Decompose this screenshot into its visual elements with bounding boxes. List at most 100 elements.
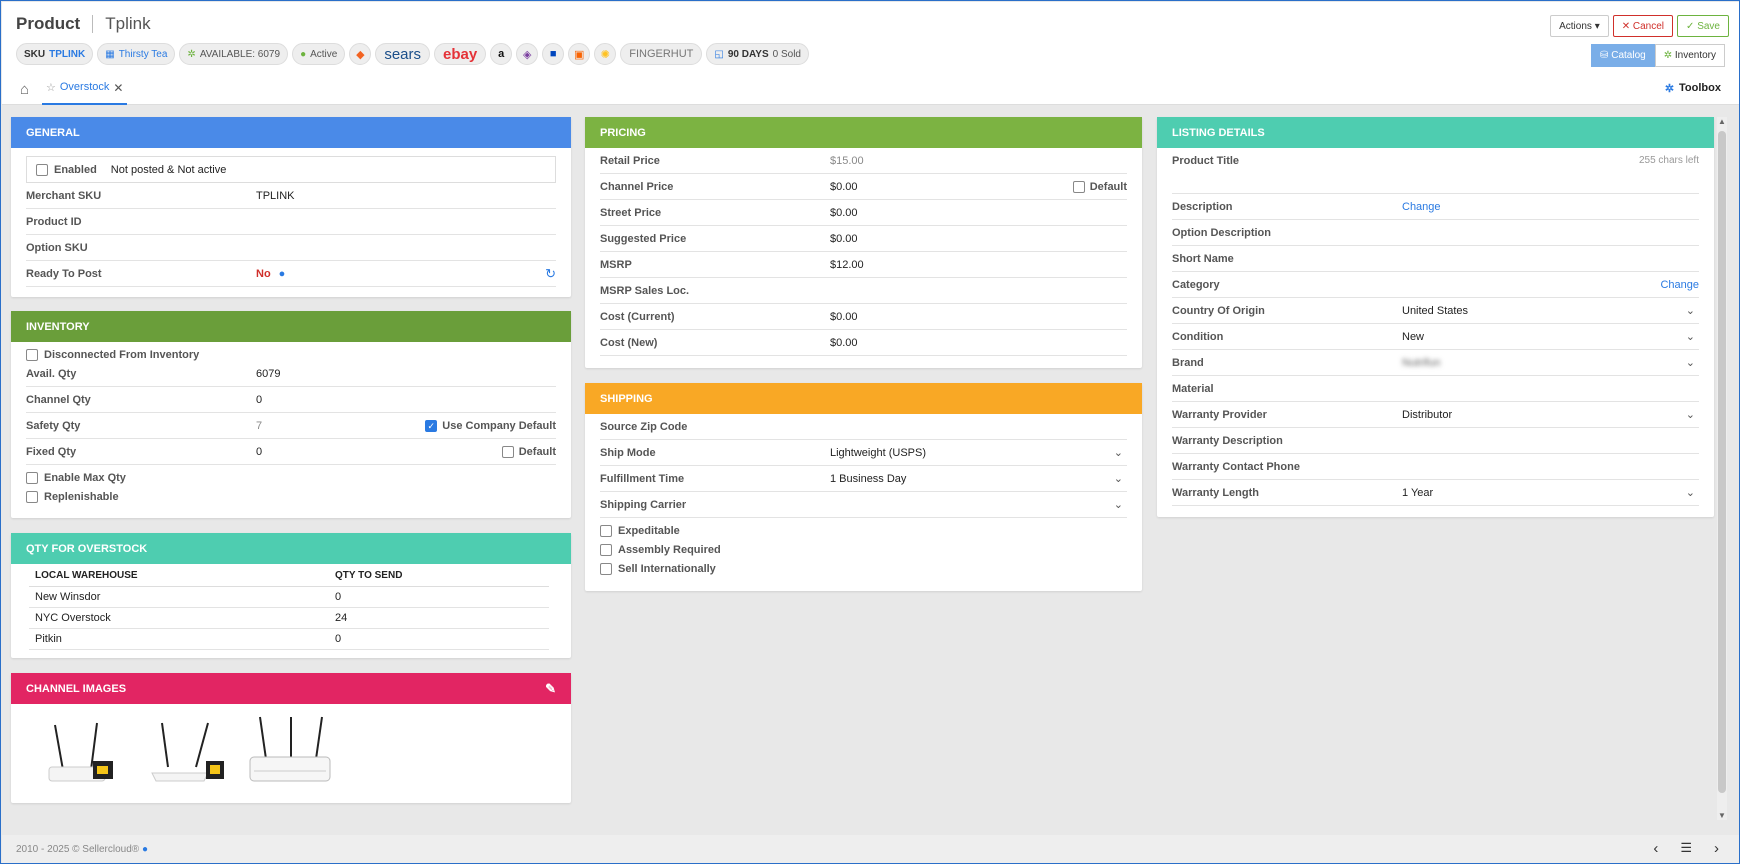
amazon-logo[interactable]: a [490,43,513,65]
scroll-up-icon[interactable]: ▲ [1718,117,1726,126]
expeditable-checkbox[interactable] [600,525,612,537]
country-of-origin-value[interactable]: United States [1402,305,1468,317]
tab-close-icon[interactable]: ✕ [113,81,123,95]
actions-button[interactable]: Actions ▾ [1550,15,1609,37]
msrp-value[interactable]: $12.00 [830,259,864,271]
homedepot-icon[interactable]: ▣ [568,43,591,65]
sears-logo[interactable]: sears [375,43,431,65]
home-icon[interactable]: ⌂ [20,81,29,98]
shipping-carrier-row[interactable]: Shipping Carrier ⌄ [600,492,1127,518]
use-company-default-checkbox[interactable]: ✓ [425,419,438,432]
warranty-length-row[interactable]: Warranty Length 1 Year ⌄ [1172,480,1699,506]
chevron-down-icon[interactable]: ⌄ [1686,408,1695,421]
chevron-down-icon[interactable]: ⌄ [1114,472,1123,485]
cost-new-value[interactable]: $0.00 [830,337,858,349]
expeditable-row[interactable]: Expeditable [600,525,680,537]
vertical-scrollbar[interactable]: ▲ ▼ [1717,117,1727,820]
chevron-down-icon[interactable]: ⌄ [1686,304,1695,317]
country-of-origin-row[interactable]: Country Of Origin United States ⌄ [1172,298,1699,324]
scrollbar-thumb[interactable] [1718,131,1726,793]
company-badge[interactable]: ▦ Thirsty Tea [97,43,176,65]
brand-value[interactable]: Nutrifun [1402,357,1441,369]
disconnected-checkbox[interactable] [26,349,38,361]
save-button[interactable]: ✓ Save [1677,15,1729,37]
fulfillment-time-row[interactable]: Fulfillment Time 1 Business Day ⌄ [600,466,1127,492]
enabled-checkbox[interactable] [36,163,48,176]
walmart-icon[interactable]: ✺ [594,43,617,65]
wish-icon[interactable]: ◈ [516,43,539,65]
enable-max-checkbox[interactable] [26,472,38,484]
description-change-link[interactable]: Change [1402,201,1441,213]
chevron-down-icon[interactable]: ⌄ [1686,330,1695,343]
tab-overstock[interactable]: ☆ Overstock ✕ [42,75,128,105]
sku-badge[interactable]: SKU TPLINK [16,43,94,65]
refresh-icon[interactable]: ↻ [545,266,556,282]
cost-current-value[interactable]: $0.00 [830,311,858,323]
scroll-down-icon[interactable]: ▼ [1718,811,1726,820]
chevron-down-icon[interactable]: ⌄ [1686,486,1695,499]
disconnected-checkbox-row[interactable]: Disconnected From Inventory [26,349,199,361]
category-change-link[interactable]: Change [1660,279,1699,291]
inventory-view-button[interactable]: ✲ Inventory [1654,44,1725,67]
cancel-button[interactable]: ✕ Cancel [1612,15,1674,37]
status-badge[interactable]: ● Active [292,43,346,65]
channel-price-default[interactable]: Default [1072,180,1127,193]
router-image-3[interactable] [246,715,336,791]
fixed-default-checkbox[interactable] [501,445,514,458]
qty-cell[interactable]: 0 [329,628,549,650]
star-icon[interactable]: ☆ [46,81,56,94]
ship-mode-row[interactable]: Ship Mode Lightweight (USPS) ⌄ [600,440,1127,466]
ebay-logo[interactable]: ebay [434,43,487,65]
condition-value[interactable]: New [1402,331,1424,343]
previous-icon[interactable]: ‹ [1653,840,1658,857]
sales-badge[interactable]: ◱ 90 DAYS 0 Sold [706,43,809,65]
street-price-value[interactable]: $0.00 [830,207,858,219]
brand-row[interactable]: Brand Nutrifun ⌄ [1172,350,1699,376]
option-description-row[interactable]: Option Description [1172,220,1699,246]
sell-internationally-row[interactable]: Sell Internationally [600,563,716,575]
suggested-price-value[interactable]: $0.00 [830,233,858,245]
assembly-checkbox[interactable] [600,544,612,556]
footer-nav: ‹ ☰ › [1653,840,1719,857]
qty-cell[interactable]: 0 [329,586,549,608]
available-badge[interactable]: ✲ AVAILABLE: 6079 [179,43,289,65]
warranty-description-row[interactable]: Warranty Description [1172,428,1699,454]
sell-internationally-checkbox[interactable] [600,563,612,575]
catalog-view-button[interactable]: ⛁ Catalog [1591,44,1655,67]
router-image-1[interactable] [41,715,121,791]
ship-mode-value[interactable]: Lightweight (USPS) [830,447,926,459]
router-image-2[interactable] [146,715,226,791]
next-icon[interactable]: › [1714,840,1719,857]
toolbox-button[interactable]: ✲ Toolbox [1665,82,1721,95]
replenishable-row[interactable]: Replenishable [26,491,119,503]
fingerhut-logo[interactable]: FINGERHUT [620,43,703,65]
chevron-down-icon[interactable]: ⌄ [1114,498,1123,511]
condition-row[interactable]: Condition New ⌄ [1172,324,1699,350]
short-name-row[interactable]: Short Name [1172,246,1699,272]
warranty-provider-row[interactable]: Warranty Provider Distributor ⌄ [1172,402,1699,428]
product-title-row[interactable]: Product Title 255 chars left [1172,148,1699,194]
enable-max-row[interactable]: Enable Max Qty [26,472,126,484]
info-icon[interactable]: ● [142,844,148,855]
use-company-default[interactable]: ✓ Use Company Default [425,419,556,432]
channel-price-default-checkbox[interactable] [1072,180,1085,193]
channel-price-value[interactable]: $0.00 [830,181,858,193]
row-label: Avail. Qty [26,367,77,380]
warranty-length-value[interactable]: 1 Year [1402,487,1433,499]
replenishable-checkbox[interactable] [26,491,38,503]
bestbuy-icon[interactable]: ■ [542,43,565,65]
edit-icon[interactable]: ✎ [545,681,556,697]
material-row[interactable]: Material [1172,376,1699,402]
assembly-row[interactable]: Assembly Required [600,544,721,556]
magento-icon[interactable]: ◆ [349,43,372,65]
fixed-default[interactable]: Default [501,445,556,458]
warranty-provider-value[interactable]: Distributor [1402,409,1452,421]
list-icon[interactable]: ☰ [1680,840,1692,857]
retail-price-value[interactable]: $15.00 [830,155,864,167]
chevron-down-icon[interactable]: ⌄ [1114,446,1123,459]
info-icon[interactable]: ● [279,268,286,280]
qty-cell[interactable]: 24 [329,607,549,629]
chevron-down-icon[interactable]: ⌄ [1686,356,1695,369]
warranty-contact-phone-row[interactable]: Warranty Contact Phone [1172,454,1699,480]
fulfillment-time-value[interactable]: 1 Business Day [830,473,906,485]
